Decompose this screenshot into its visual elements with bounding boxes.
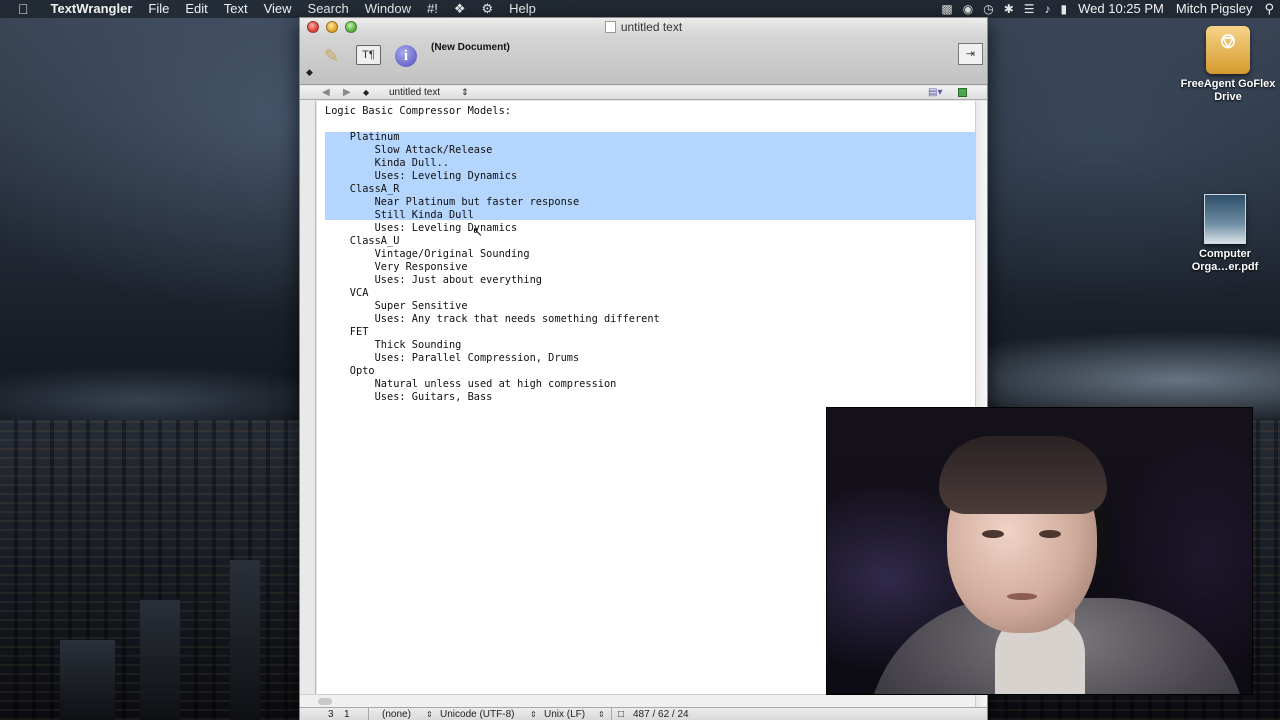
camera-icon[interactable]: ▩ [936,0,957,18]
editor-line: Slow Attack/Release [325,144,493,156]
menu-search[interactable]: Search [300,0,357,18]
menu-edit[interactable]: Edit [177,0,215,18]
window-titlebar[interactable]: untitled text [300,18,987,37]
gear-menu-icon[interactable]: ⚙ [473,0,501,18]
editor-line: Uses: Just about everything [325,274,542,286]
up-down-arrows-icon: ⇕ [530,710,537,719]
time-machine-icon[interactable]: ◷ [978,0,998,18]
back-arrow-icon[interactable]: ◀ [322,86,330,99]
status-divider [368,708,369,720]
pdf-label-line2: Orga…er.pdf [1191,261,1259,273]
editor-line: Uses: Leveling Dynamics [325,170,518,182]
skyline-building [140,600,180,720]
editor-line: Opto [325,365,375,377]
up-down-arrows-icon: ⇕ [598,710,605,719]
pdf-document-icon [1204,194,1246,244]
info-icon[interactable]: i [395,45,417,67]
usb-drive-icon: ⎊ [1206,26,1250,74]
editor-line: Uses: Guitars, Bass [325,391,493,403]
cursor-column[interactable]: 1 [344,708,350,720]
forward-arrow-icon[interactable]: ▶ [343,86,351,99]
editor-line: Platinum [325,131,400,143]
document-counts: 487 / 62 / 24 [633,709,689,720]
minimize-button[interactable] [326,21,338,33]
text-options-icon[interactable]: T¶ [356,45,381,65]
menubar-user[interactable]: Mitch Pigsley [1170,0,1259,18]
desktop-icon-pdf[interactable]: Computer Orga…er.pdf [1175,194,1275,274]
cursor-line[interactable]: 3 [328,708,334,720]
apple-menu-icon[interactable]:  [0,0,41,18]
document-icon: □ [618,709,625,720]
editor-line: FET [325,326,369,338]
drive-icon[interactable]: ◉ [958,0,978,18]
lock-status-icon[interactable] [958,88,967,97]
toolbar: ◆ ✎ T¶ i (New Document) ⇥ [300,37,987,85]
webcam-video-overlay [826,407,1253,695]
editor-line: Super Sensitive [325,300,468,312]
line-gutter [300,101,316,708]
battery-icon[interactable]: ▮ [1056,0,1073,18]
zoom-button[interactable] [345,21,357,33]
spotlight-search-icon[interactable]: ⚲ [1258,0,1280,18]
editor-line: Vintage/Original Sounding [325,248,530,260]
diamond-marker-icon: ◆ [363,88,370,97]
pdf-label-line1: Computer [1199,248,1251,260]
editor-line: Uses: Any track that needs something dif… [325,313,660,325]
menu-help[interactable]: Help [501,0,544,18]
editor-line: ClassA_R [325,183,400,195]
desktop-icon-drive[interactable]: ⎊ FreeAgent GoFlex Drive [1178,26,1278,104]
editor-line: Natural unless used at high compression [325,378,617,390]
editor-line: Uses: Parallel Compression, Drums [325,352,580,364]
skyline-building [230,560,260,720]
scripts-menu-icon[interactable]: ❖ [446,0,474,18]
editor-line: Uses: Leveling Dynamics [325,222,518,234]
ibeam-cursor-icon: ↖ [472,224,483,239]
close-button[interactable] [307,21,319,33]
webcam-person-mouth [1007,593,1037,600]
editor-line: Logic Basic Compressor Models: [325,105,511,117]
webcam-person-eye [982,530,1004,538]
bluetooth-icon[interactable]: ✱ [999,0,1019,18]
menu-bar:  TextWrangler File Edit Text View Searc… [0,0,1280,18]
menu-file[interactable]: File [140,0,177,18]
menu-view[interactable]: View [256,0,300,18]
horizontal-scroll-thumb[interactable] [318,698,332,705]
editor-line: Near Platinum but faster response [325,196,580,208]
line-endings-popup[interactable]: Unix (LF) [544,708,585,720]
editor-line: Thick Sounding [325,339,462,351]
menu-window[interactable]: Window [357,0,419,18]
drive-label: FreeAgent GoFlex Drive [1180,78,1276,103]
editor-line: Still Kinda Dull [325,209,474,221]
horizontal-scrollbar[interactable] [300,694,975,708]
wifi-icon[interactable]: ☰ [1019,0,1040,18]
editor-line: Very Responsive [325,261,468,273]
document-popup[interactable]: untitled text [389,86,440,99]
editor-line: Kinda Dull.. [325,157,449,169]
window-title: untitled text [620,20,683,34]
counterpart-icon[interactable]: ▤▾ [928,86,942,99]
pencil-icon[interactable]: ✎ [324,45,346,67]
status-bar: 3 1 (none) ⇕ Unicode (UTF-8) ⇕ Unix (LF)… [300,707,987,720]
language-popup[interactable]: (none) [382,708,411,720]
status-divider [611,708,612,720]
diamond-marker-icon: ◆ [306,67,313,77]
up-down-arrows-icon: ⇕ [426,710,433,719]
editor-line: ClassA_U [325,235,400,247]
volume-icon[interactable]: ♪ [1040,0,1056,18]
editor-line: VCA [325,287,369,299]
document-proxy-icon[interactable] [604,21,616,33]
navigation-bar: ◀ ▶ ◆ untitled text ⇕ ▤▾ [300,86,987,100]
webcam-person-eye [1039,530,1061,538]
menu-shebang[interactable]: #! [419,0,446,18]
webcam-person-hair [939,436,1107,514]
skyline-building [60,640,115,720]
encoding-popup[interactable]: Unicode (UTF-8) [440,708,514,720]
menu-text[interactable]: Text [216,0,256,18]
up-down-arrows-icon[interactable]: ⇕ [461,86,469,99]
documents-drawer-icon[interactable]: ⇥ [958,43,983,65]
menubar-clock[interactable]: Wed 10:25 PM [1072,0,1170,18]
app-menu[interactable]: TextWrangler [41,0,141,18]
document-status: (New Document) [431,42,510,53]
